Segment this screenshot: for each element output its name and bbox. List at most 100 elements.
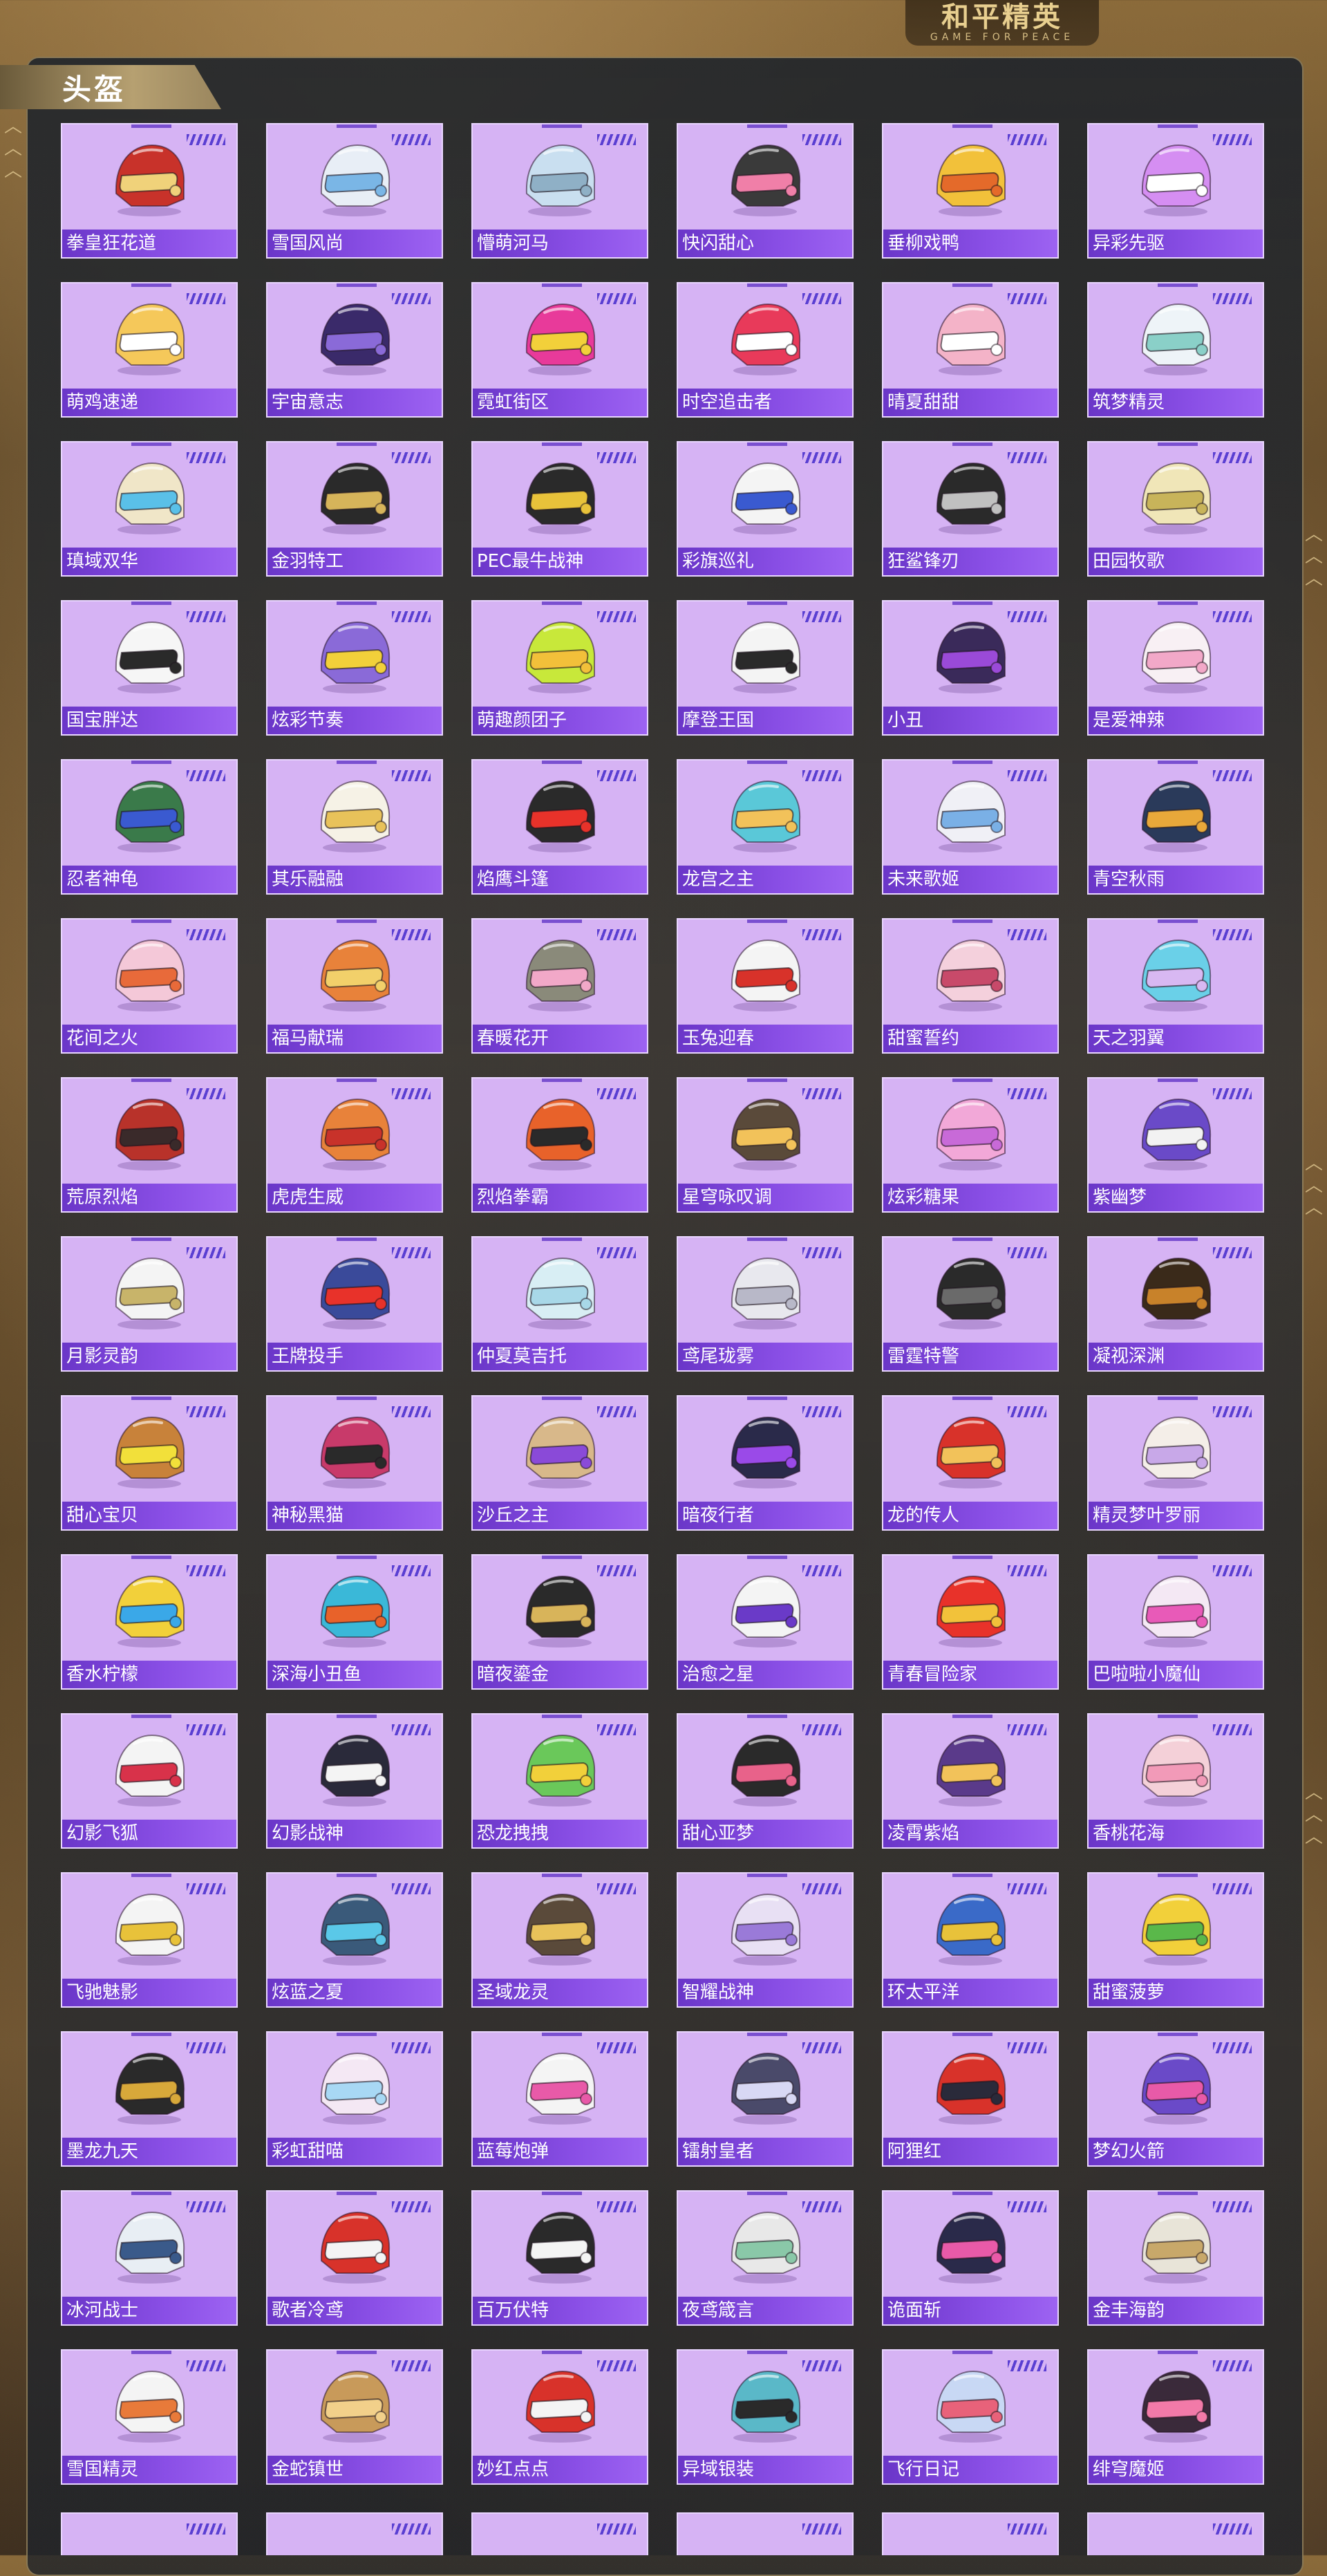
helmet-card[interactable]: 镭射皇者 [677, 2031, 854, 2167]
helmet-card[interactable]: 异彩先驱 [1087, 123, 1264, 259]
helmet-card-partial[interactable] [471, 2512, 648, 2555]
helmet-card[interactable]: 冰河战士 [61, 2190, 238, 2326]
helmet-card[interactable]: 歌者冷鸢 [266, 2190, 443, 2326]
helmet-card[interactable]: 青春冒险家 [882, 1554, 1059, 1690]
helmet-card[interactable]: 彩旗巡礼 [677, 441, 854, 577]
helmet-card[interactable]: 异域银装 [677, 2349, 854, 2485]
helmet-image [678, 601, 852, 707]
helmet-card[interactable]: 焰鹰斗篷 [471, 759, 648, 895]
helmet-card[interactable]: 彩虹甜喵 [266, 2031, 443, 2167]
helmet-card[interactable]: 懵萌河马 [471, 123, 648, 259]
helmet-card[interactable]: 百万伏特 [471, 2190, 648, 2326]
helmet-card[interactable]: 忍者神龟 [61, 759, 238, 895]
helmet-card[interactable]: 雷霆特警 [882, 1236, 1059, 1372]
helmet-card[interactable]: 金蛇镇世 [266, 2349, 443, 2485]
helmet-card[interactable]: 炫蓝之夏 [266, 1872, 443, 2008]
helmet-card[interactable]: 暗夜鎏金 [471, 1554, 648, 1690]
helmet-card[interactable]: 巴啦啦小魔仙 [1087, 1554, 1264, 1690]
helmet-card[interactable]: 时空追击者 [677, 282, 854, 418]
helmet-card[interactable]: 甜心亚梦 [677, 1713, 854, 1849]
helmet-card[interactable]: 狂鲨锋刃 [882, 441, 1059, 577]
helmet-card[interactable]: 梦幻火箭 [1087, 2031, 1264, 2167]
helmet-card[interactable]: 紫幽梦 [1087, 1077, 1264, 1213]
helmet-card[interactable]: 虎虎生威 [266, 1077, 443, 1213]
helmet-card[interactable]: 凝视深渊 [1087, 1236, 1264, 1372]
helmet-name: 青春冒险家 [883, 1661, 1057, 1688]
helmet-card[interactable]: 甜心宝贝 [61, 1395, 238, 1531]
helmet-card[interactable]: 仲夏莫吉托 [471, 1236, 648, 1372]
helmet-card[interactable]: 幻影飞狐 [61, 1713, 238, 1849]
helmet-card[interactable]: 夜鸢箴言 [677, 2190, 854, 2326]
helmet-card[interactable]: 凌霄紫焰 [882, 1713, 1059, 1849]
helmet-card-partial[interactable] [266, 2512, 443, 2555]
helmet-card[interactable]: 其乐融融 [266, 759, 443, 895]
helmet-card[interactable]: 金丰海韵 [1087, 2190, 1264, 2326]
helmet-card[interactable]: 幻影战神 [266, 1713, 443, 1849]
helmet-card[interactable]: 香水柠檬 [61, 1554, 238, 1690]
helmet-card[interactable]: 飞驰魅影 [61, 1872, 238, 2008]
helmet-card[interactable]: 诡面斩 [882, 2190, 1059, 2326]
helmet-card[interactable]: 雪国风尚 [266, 123, 443, 259]
helmet-card[interactable]: 烈焰拳霸 [471, 1077, 648, 1213]
helmet-card[interactable]: 垂柳戏鸭 [882, 123, 1059, 259]
helmet-card[interactable]: 王牌投手 [266, 1236, 443, 1372]
helmet-card[interactable]: 田园牧歌 [1087, 441, 1264, 577]
helmet-card[interactable]: 龙的传人 [882, 1395, 1059, 1531]
helmet-card[interactable]: 香桃花海 [1087, 1713, 1264, 1849]
helmet-card[interactable]: 雪国精灵 [61, 2349, 238, 2485]
helmet-card[interactable]: 花间之火 [61, 918, 238, 1054]
helmet-card[interactable]: 鸢尾珑雾 [677, 1236, 854, 1372]
helmet-card[interactable]: 萌鸡速递 [61, 282, 238, 418]
helmet-card[interactable]: 瑱域双华 [61, 441, 238, 577]
helmet-card[interactable]: 未来歌姬 [882, 759, 1059, 895]
helmet-card[interactable]: 蓝莓炮弹 [471, 2031, 648, 2167]
helmet-card[interactable]: 萌趣颜团子 [471, 600, 648, 736]
helmet-card[interactable]: 筑梦精灵 [1087, 282, 1264, 418]
helmet-card[interactable]: 圣域龙灵 [471, 1872, 648, 2008]
helmet-card[interactable]: 神秘黑猫 [266, 1395, 443, 1531]
helmet-card[interactable]: 环太平洋 [882, 1872, 1059, 2008]
helmet-card-partial[interactable] [677, 2512, 854, 2555]
helmet-card[interactable]: 阿狸红 [882, 2031, 1059, 2167]
helmet-card-partial[interactable] [882, 2512, 1059, 2555]
helmet-card[interactable]: 甜蜜誓约 [882, 918, 1059, 1054]
helmet-card[interactable]: 拳皇狂花道 [61, 123, 238, 259]
helmet-card[interactable]: 妙红点点 [471, 2349, 648, 2485]
helmet-card[interactable]: 霓虹街区 [471, 282, 648, 418]
helmet-card[interactable]: 炫彩糖果 [882, 1077, 1059, 1213]
helmet-icon [936, 2052, 1006, 2125]
helmet-card-partial[interactable] [1087, 2512, 1264, 2555]
helmet-card[interactable]: 玉兔迎春 [677, 918, 854, 1054]
helmet-card[interactable]: 金羽特工 [266, 441, 443, 577]
helmet-card[interactable]: 治愈之星 [677, 1554, 854, 1690]
helmet-card[interactable]: 晴夏甜甜 [882, 282, 1059, 418]
helmet-card[interactable]: 天之羽翼 [1087, 918, 1264, 1054]
helmet-card-partial[interactable] [61, 2512, 238, 2555]
helmet-card[interactable]: 暗夜行者 [677, 1395, 854, 1531]
helmet-card[interactable]: 春暖花开 [471, 918, 648, 1054]
helmet-card[interactable]: PEC最牛战神 [471, 441, 648, 577]
helmet-card[interactable]: 国宝胖达 [61, 600, 238, 736]
helmet-card[interactable]: 甜蜜菠萝 [1087, 1872, 1264, 2008]
helmet-card[interactable]: 龙宫之主 [677, 759, 854, 895]
helmet-card[interactable]: 荒原烈焰 [61, 1077, 238, 1213]
helmet-card[interactable]: 摩登王国 [677, 600, 854, 736]
helmet-card[interactable]: 飞行日记 [882, 2349, 1059, 2485]
helmet-card[interactable]: 快闪甜心 [677, 123, 854, 259]
helmet-card[interactable]: 青空秋雨 [1087, 759, 1264, 895]
helmet-card[interactable]: 炫彩节奏 [266, 600, 443, 736]
helmet-card[interactable]: 是爱神辣 [1087, 600, 1264, 736]
helmet-card[interactable]: 福马献瑞 [266, 918, 443, 1054]
helmet-card[interactable]: 星穹咏叹调 [677, 1077, 854, 1213]
helmet-card[interactable]: 精灵梦叶罗丽 [1087, 1395, 1264, 1531]
helmet-card[interactable]: 恐龙拽拽 [471, 1713, 648, 1849]
helmet-card[interactable]: 月影灵韵 [61, 1236, 238, 1372]
helmet-card[interactable]: 智耀战神 [677, 1872, 854, 2008]
helmet-card[interactable]: 墨龙九天 [61, 2031, 238, 2167]
helmet-card[interactable]: 绯穹魔姬 [1087, 2349, 1264, 2485]
helmet-card[interactable]: 小丑 [882, 600, 1059, 736]
helmet-card[interactable]: 深海小丑鱼 [266, 1554, 443, 1690]
helmet-name: 田园牧歌 [1089, 548, 1263, 575]
helmet-card[interactable]: 宇宙意志 [266, 282, 443, 418]
helmet-card[interactable]: 沙丘之主 [471, 1395, 648, 1531]
